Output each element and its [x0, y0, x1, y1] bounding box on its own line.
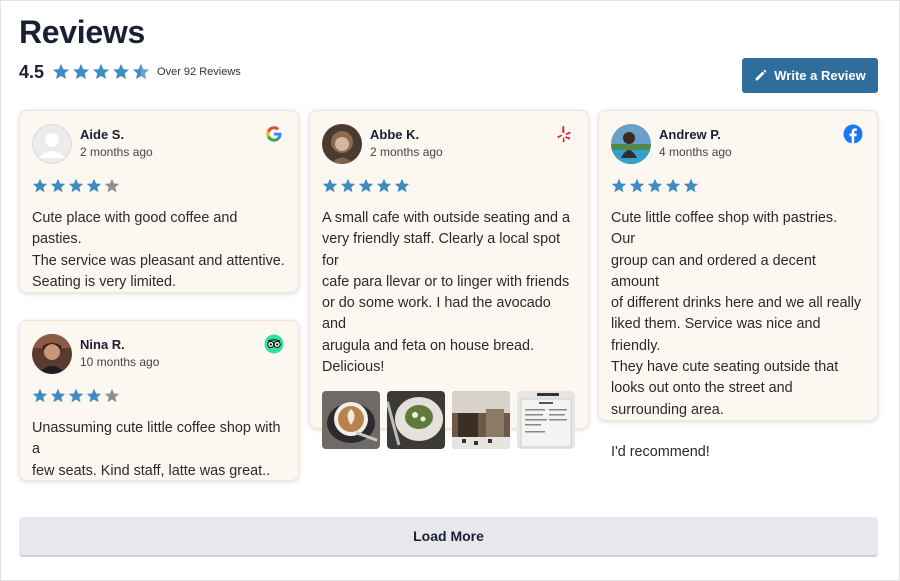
star-icon: [50, 388, 66, 403]
cafe-interior-photo[interactable]: [452, 391, 510, 450]
pencil-icon: [755, 69, 767, 81]
star-icon: [50, 178, 66, 193]
reviewer-name: Andrew P.: [659, 127, 721, 142]
reviewer-name: Aide S.: [80, 127, 125, 142]
star-icon: [340, 178, 356, 193]
star-icon: [32, 178, 48, 193]
google-icon[interactable]: [264, 124, 284, 144]
facebook-icon[interactable]: [843, 124, 863, 144]
review-text: A small cafe with outside seating and a …: [322, 210, 570, 376]
review-rating: [322, 178, 576, 194]
latte-art-photo[interactable]: [322, 391, 380, 450]
star-icon: [32, 388, 48, 403]
star-icon: [132, 63, 150, 80]
review-count: Over 92 Reviews: [157, 66, 241, 78]
average-rating: 4.5: [19, 61, 45, 82]
star-icon: [611, 178, 627, 193]
salad-plate-photo[interactable]: [387, 391, 445, 450]
review-card: Aide S. 2 months ago Cute place with goo…: [19, 110, 299, 293]
avatar: [611, 124, 651, 164]
star-icon: [72, 63, 90, 80]
star-icon: [86, 178, 102, 193]
star-icon: [104, 178, 120, 193]
review-card: Nina R. 10 months ago Unassuming cute li…: [19, 320, 299, 481]
avatar: [322, 124, 362, 164]
star-icon: [358, 178, 374, 193]
review-time: 2 months ago: [80, 145, 153, 159]
avatar: [32, 334, 72, 374]
reviewer-name: Nina R.: [80, 337, 125, 352]
review-photos: [322, 391, 576, 450]
write-review-button[interactable]: Write a Review: [742, 58, 878, 93]
review-card: Abbe K. 2 months ago A small cafe with o…: [309, 110, 589, 450]
star-icon: [104, 388, 120, 403]
review-rating: [32, 388, 286, 404]
star-icon: [665, 178, 681, 193]
yelp-icon[interactable]: [554, 124, 574, 144]
star-icon: [394, 178, 410, 193]
star-icon: [52, 63, 70, 80]
star-icon: [92, 63, 110, 80]
review-text: Unassuming cute little coffee shop with …: [32, 420, 281, 479]
page-title: Reviews: [19, 14, 145, 50]
star-icon: [112, 63, 130, 80]
review-card: Andrew P. 4 months ago Cute little coffe…: [598, 110, 878, 460]
review-rating: [611, 178, 865, 194]
star-icon: [629, 178, 645, 193]
star-icon: [376, 178, 392, 193]
review-time: 10 months ago: [80, 355, 160, 369]
menu-board-photo[interactable]: [517, 391, 575, 450]
review-time: 4 months ago: [659, 145, 732, 159]
star-icon: [68, 388, 84, 403]
average-rating-stars: [52, 63, 150, 81]
star-icon: [86, 388, 102, 403]
review-text: Cute place with good coffee and pasties.…: [32, 210, 285, 290]
star-icon: [322, 178, 338, 193]
review-rating: [32, 178, 286, 194]
star-icon: [683, 178, 699, 193]
reviewer-name: Abbe K.: [370, 127, 420, 142]
rating-summary: 4.5 Over 92 Reviews: [19, 61, 241, 83]
write-review-label: Write a Review: [774, 68, 866, 83]
star-icon: [647, 178, 663, 193]
load-more-button[interactable]: Load More: [19, 517, 878, 557]
review-time: 2 months ago: [370, 145, 443, 159]
avatar: [32, 124, 72, 164]
review-text: Cute little coffee shop with pastries. O…: [611, 210, 862, 461]
star-icon: [68, 178, 84, 193]
tripadvisor-icon[interactable]: [264, 334, 284, 354]
